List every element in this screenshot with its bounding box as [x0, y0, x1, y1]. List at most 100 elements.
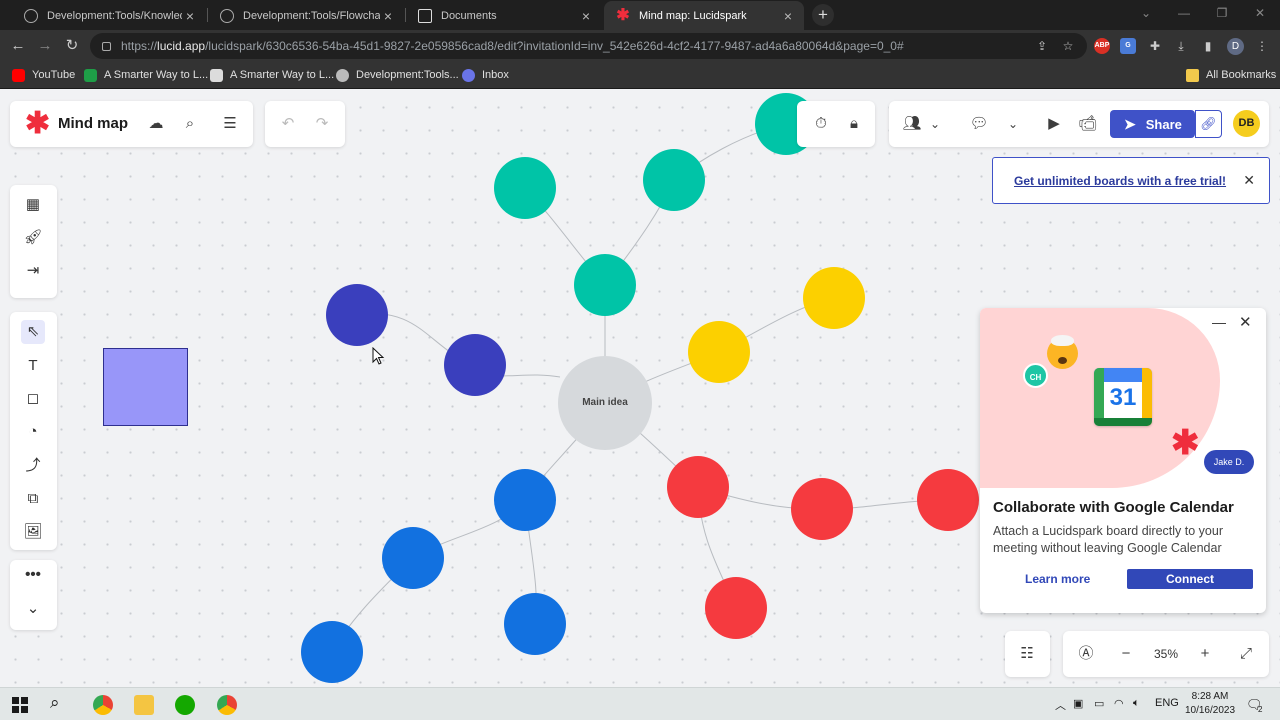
text-tool-icon[interactable]: T	[21, 354, 45, 378]
user-avatar[interactable]: DB	[1233, 110, 1260, 137]
shapes-icon[interactable]: ◔	[21, 420, 45, 444]
comment-icon[interactable]: 💬︎	[967, 112, 991, 136]
more-tools-icon[interactable]: •••	[21, 563, 45, 587]
restore-button[interactable]: ❐	[1204, 0, 1240, 28]
list-view-icon[interactable]: ☷	[1015, 642, 1039, 666]
close-icon[interactable]: ✕	[1239, 313, 1252, 331]
back-button[interactable]: ←	[4, 30, 32, 62]
wifi-icon[interactable]: ◠	[1114, 697, 1124, 710]
show-hidden-icons-chevron-icon[interactable]: ︿	[1055, 697, 1066, 713]
tab-mind-map[interactable]: ✱ Mind map: Lucidspark ×	[604, 1, 804, 30]
extensions-icon[interactable]: ✚	[1146, 37, 1164, 55]
hamburger-menu-icon[interactable]: ☰	[218, 112, 242, 136]
download-icon[interactable]: ⤓	[1172, 37, 1190, 55]
windows-start-icon[interactable]	[12, 697, 28, 713]
teal-node[interactable]	[643, 149, 705, 211]
templates-icon[interactable]: ▦	[21, 193, 45, 217]
import-icon[interactable]: ⇥	[21, 259, 45, 283]
all-bookmarks[interactable]: All Bookmarks	[1186, 68, 1276, 82]
side-panel-icon[interactable]: ▮	[1199, 37, 1217, 55]
document-title[interactable]: Mind map	[58, 115, 128, 132]
share-button[interactable]: ➤ Share	[1110, 110, 1195, 138]
timer-icon[interactable]: ⏱	[809, 112, 833, 136]
blue-node[interactable]	[382, 527, 444, 589]
redo-icon[interactable]: ↷	[310, 112, 334, 136]
image-tool-icon[interactable]: 🖼︎	[21, 520, 45, 544]
bookmark-smarter-way-1[interactable]: A Smarter Way to L...	[84, 68, 208, 82]
adblock-icon[interactable]: ABP	[1094, 38, 1110, 54]
url-field[interactable]: https://lucid.app/lucidspark/630c6536-54…	[90, 33, 1087, 59]
upwork-icon[interactable]	[175, 695, 195, 715]
minimize-button[interactable]: —	[1166, 0, 1202, 28]
blue-node[interactable]	[504, 593, 566, 655]
cloud-save-icon[interactable]: ☁	[144, 112, 168, 136]
sticky-note-icon[interactable]: ◻	[21, 387, 45, 411]
close-tab-icon[interactable]: ×	[578, 8, 594, 24]
frame-tool-icon[interactable]: ⧉	[21, 487, 45, 511]
yellow-node[interactable]	[688, 321, 750, 383]
select-tool-icon[interactable]: ⇖	[21, 320, 45, 344]
bookmark-youtube[interactable]: YouTube	[12, 68, 75, 82]
lock-board-icon[interactable]: 🔒︎	[842, 112, 866, 136]
connect-button[interactable]: Connect	[1127, 569, 1253, 589]
learn-more-link[interactable]: Learn more	[1025, 572, 1090, 586]
bookmark-smarter-way-2[interactable]: A Smarter Way to L...	[210, 68, 334, 82]
yellow-node[interactable]	[803, 267, 865, 329]
collapse-toolbar-chevron-icon[interactable]: ⌄	[21, 597, 45, 621]
video-call-icon[interactable]: 📹︎	[1076, 112, 1100, 136]
search-icon[interactable]: ⌕	[178, 112, 202, 136]
close-window-button[interactable]: ✕	[1242, 0, 1278, 28]
indigo-node[interactable]	[444, 334, 506, 396]
blue-node[interactable]	[301, 621, 363, 683]
copy-link-button[interactable]: 🔗︎	[1195, 110, 1222, 138]
indigo-node[interactable]	[326, 284, 388, 346]
tab-knowledge[interactable]: Development:Tools/Knowledge ×	[12, 1, 206, 30]
chrome-profile-icon[interactable]	[217, 695, 237, 715]
line-tool-icon[interactable]: ⤴	[21, 454, 45, 478]
red-node[interactable]	[791, 478, 853, 540]
fullscreen-icon[interactable]: ⤢	[1234, 642, 1258, 666]
zoom-out-button[interactable]: −	[1114, 642, 1138, 666]
chrome-icon[interactable]	[93, 695, 113, 715]
chevron-down-icon[interactable]: ⌄	[1001, 112, 1025, 136]
red-node[interactable]	[917, 469, 979, 531]
teal-node[interactable]	[494, 157, 556, 219]
collaborators-icon[interactable]: 👥︎	[900, 112, 924, 136]
navigation-mode-icon[interactable]: Ⓐ	[1074, 642, 1098, 666]
chevron-down-icon[interactable]: ⌄	[923, 112, 947, 136]
rocket-icon[interactable]: 🚀︎	[21, 226, 45, 250]
minimize-icon[interactable]: —	[1212, 314, 1226, 330]
file-explorer-icon[interactable]	[134, 695, 154, 715]
close-tab-icon[interactable]: ×	[182, 8, 198, 24]
tab-flowchart[interactable]: Development:Tools/Flowchart to ×	[208, 1, 404, 30]
system-clock[interactable]: 8:28 AM 10/16/2023	[1183, 690, 1237, 718]
battery-icon[interactable]: ▭	[1094, 697, 1104, 710]
meet-now-icon[interactable]: ▣	[1073, 697, 1083, 710]
browser-menu-icon[interactable]: ⋮	[1253, 37, 1271, 55]
close-tab-icon[interactable]: ×	[380, 8, 396, 24]
profile-avatar[interactable]: D	[1227, 38, 1244, 55]
bookmark-inbox[interactable]: Inbox	[462, 68, 509, 82]
present-icon[interactable]: ▶	[1042, 112, 1066, 136]
tab-search-icon[interactable]: ⌄	[1128, 0, 1164, 28]
reload-button[interactable]: ↻	[58, 30, 86, 62]
zoom-in-button[interactable]: +	[1193, 642, 1217, 666]
share-page-icon[interactable]: ⇪	[1033, 37, 1051, 55]
tab-documents[interactable]: Documents ×	[406, 1, 602, 30]
bookmark-star-icon[interactable]: ☆	[1059, 37, 1077, 55]
search-icon[interactable]: ⌕	[50, 693, 60, 713]
new-tab-button[interactable]: +	[812, 4, 834, 26]
bookmark-development-tools[interactable]: Development:Tools...	[336, 68, 459, 82]
close-tab-icon[interactable]: ×	[780, 8, 796, 24]
zoom-level[interactable]: 35%	[1154, 647, 1178, 661]
translate-extension-icon[interactable]: G	[1120, 38, 1136, 54]
volume-icon[interactable]: 🔈︎	[1133, 697, 1140, 710]
red-node[interactable]	[705, 577, 767, 639]
red-node[interactable]	[667, 456, 729, 518]
language-indicator[interactable]: ENG	[1155, 697, 1179, 709]
undo-icon[interactable]: ↶	[276, 112, 300, 136]
lucidspark-logo-icon[interactable]: ✱	[25, 109, 50, 139]
trial-link[interactable]: Get unlimited boards with a free trial!	[1014, 174, 1226, 188]
forward-button[interactable]: →	[31, 30, 59, 62]
close-icon[interactable]: ✕	[1243, 172, 1255, 189]
